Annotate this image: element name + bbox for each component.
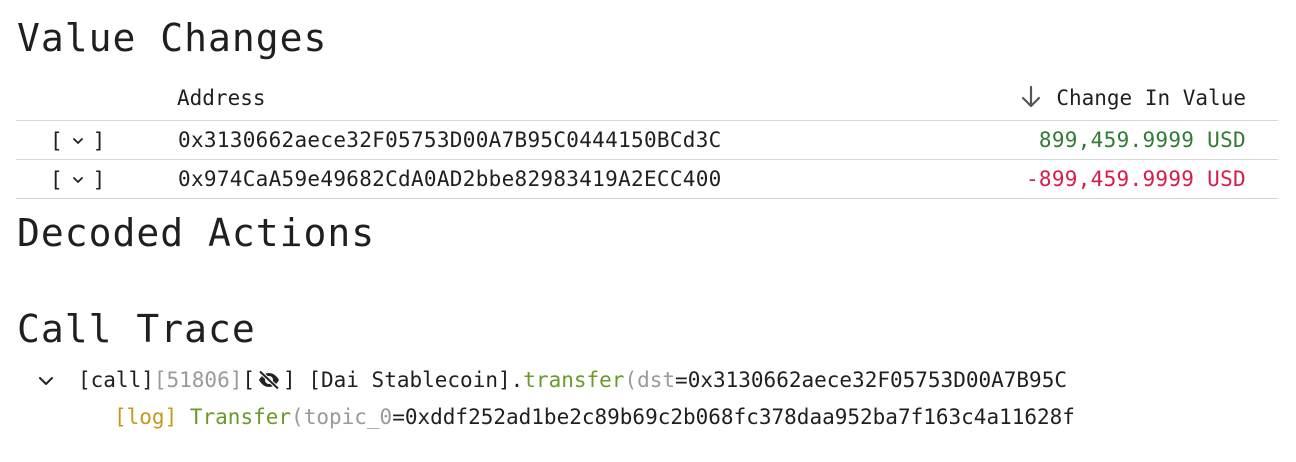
param-value[interactable]: 0x3130662aece32F05753D00A7B95C [688,368,1067,392]
call-type-label: [call] [78,368,154,392]
decoded-actions-heading: Decoded Actions [17,211,376,255]
gas-label: [51806] [153,368,243,392]
eye-off-icon[interactable] [257,370,281,390]
call-trace-tree: [call][51806][ ] [Dai Stablecoin].transf… [0,366,1278,442]
table-row: [ ] 0x974CaA59e49682CdA0AD2bbe82983419A2… [16,160,1278,199]
call-trace-heading: Call Trace [17,307,256,351]
row-expand-button[interactable]: [ ] [50,168,105,192]
topic-value[interactable]: 0xddf252ad1be2c89b69c2b068fc378daa952ba7… [405,405,1075,429]
trace-call-line: [call][51806][ ] [Dai Stablecoin].transf… [0,366,1278,404]
chevron-down-icon [72,177,83,183]
trace-log-line: [log] Transfer(topic_0=0xddf252ad1be2c89… [0,404,1278,442]
address-cell[interactable]: 0x974CaA59e49682CdA0AD2bbe82983419A2ECC4… [178,167,722,191]
event-name: Transfer [189,405,292,429]
trace-call-content: [call][51806][ ] [Dai Stablecoin].transf… [78,368,1067,392]
topic-name: topic_0 [303,405,393,429]
log-type-label: [log] [114,405,178,429]
change-in-value-column-header[interactable]: Change In Value [1018,84,1246,110]
value-changes-heading: Value Changes [17,16,328,60]
row-expand-button[interactable]: [ ] [50,129,105,153]
param-name: dst [637,368,676,392]
address-cell[interactable]: 0x3130662aece32F05753D00A7B95C0444150BCd… [178,128,722,152]
trace-log-content: [log] Transfer(topic_0=0xddf252ad1be2c89… [114,405,1075,429]
change-in-value-label: Change In Value [1056,86,1246,110]
chevron-down-icon[interactable] [37,374,55,388]
value-change-cell: 899,459.9999 USD [1038,128,1246,152]
value-changes-table: Address Change In Value [ ] 0x3130662aec… [16,80,1278,199]
arrow-down-icon[interactable] [1018,84,1044,110]
method-name: transfer [523,368,625,392]
value-change-cell: -899,459.9999 USD [1025,167,1246,191]
table-header: Address Change In Value [16,80,1278,121]
table-row: [ ] 0x3130662aece32F05753D00A7B95C044415… [16,121,1278,160]
contract-name: [Dai Stablecoin]. [308,368,524,392]
address-column-header: Address [177,86,266,110]
chevron-down-icon [72,138,83,144]
